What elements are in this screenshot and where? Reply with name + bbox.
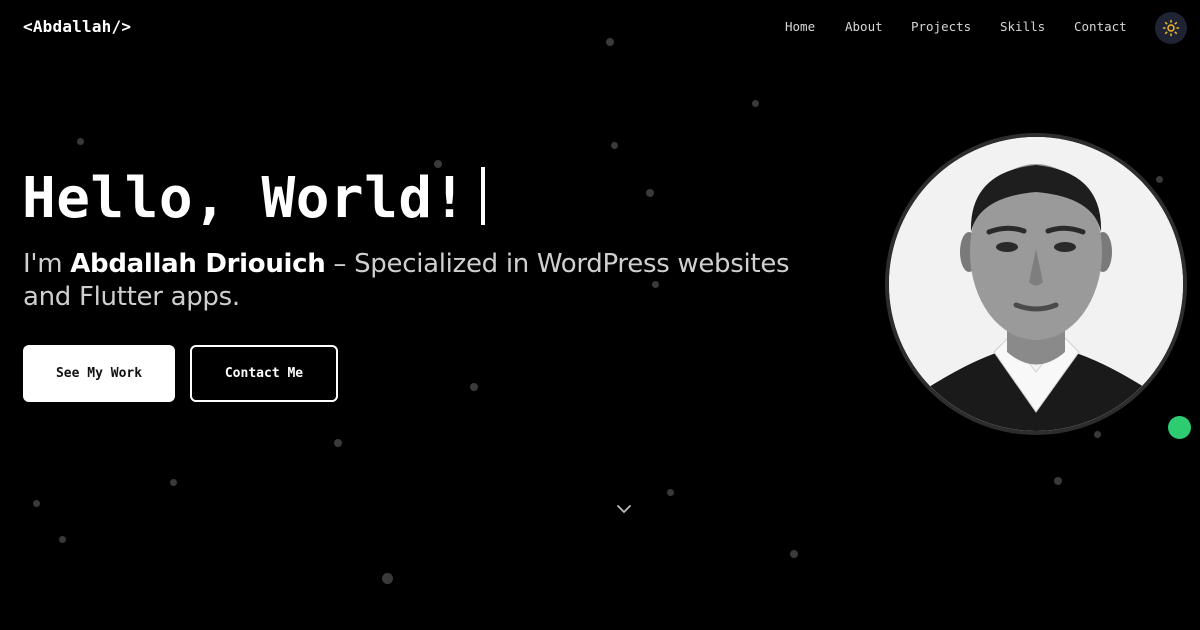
- particle: [667, 489, 674, 496]
- typing-cursor: [480, 167, 485, 225]
- theme-toggle-button[interactable]: [1155, 12, 1187, 44]
- particle: [77, 138, 84, 145]
- particle: [59, 536, 66, 543]
- main-nav: Home About Projects Skills Contact: [0, 19, 1200, 39]
- see-my-work-button[interactable]: See My Work: [23, 345, 175, 402]
- particle: [790, 550, 798, 558]
- particle: [470, 383, 478, 391]
- sun-icon: [1162, 19, 1180, 37]
- particle: [752, 100, 759, 107]
- nav-link-about[interactable]: About: [845, 19, 883, 34]
- particle: [1054, 477, 1062, 485]
- person-portrait-icon: [889, 137, 1183, 431]
- chevron-down-icon[interactable]: [616, 503, 632, 515]
- subtitle-prefix: I'm: [23, 249, 71, 279]
- hero-title-text: Hello, World!: [22, 166, 467, 231]
- particle: [1156, 176, 1163, 183]
- online-status-indicator: [1168, 416, 1191, 439]
- nav-link-projects[interactable]: Projects: [911, 19, 971, 34]
- profile-photo: [889, 137, 1183, 431]
- hero-name: Abdallah Driouich: [70, 249, 326, 279]
- profile-photo-frame: [885, 133, 1187, 435]
- nav-link-contact[interactable]: Contact: [1074, 19, 1127, 34]
- contact-me-button[interactable]: Contact Me: [190, 345, 338, 402]
- nav-link-skills[interactable]: Skills: [1000, 19, 1045, 34]
- particle: [33, 500, 40, 507]
- particle: [611, 142, 618, 149]
- particle: [334, 439, 342, 447]
- particle: [170, 479, 177, 486]
- hero-subtitle: I'm Abdallah Driouich – Specialized in W…: [23, 248, 803, 314]
- particle: [1094, 431, 1101, 438]
- particle: [646, 189, 654, 197]
- particle: [382, 573, 393, 584]
- portfolio-page: <Abdallah/> Home About Projects Skills C…: [0, 0, 1200, 630]
- particle: [606, 38, 614, 46]
- nav-link-home[interactable]: Home: [785, 19, 815, 34]
- hero-title: Hello, World!: [22, 164, 485, 234]
